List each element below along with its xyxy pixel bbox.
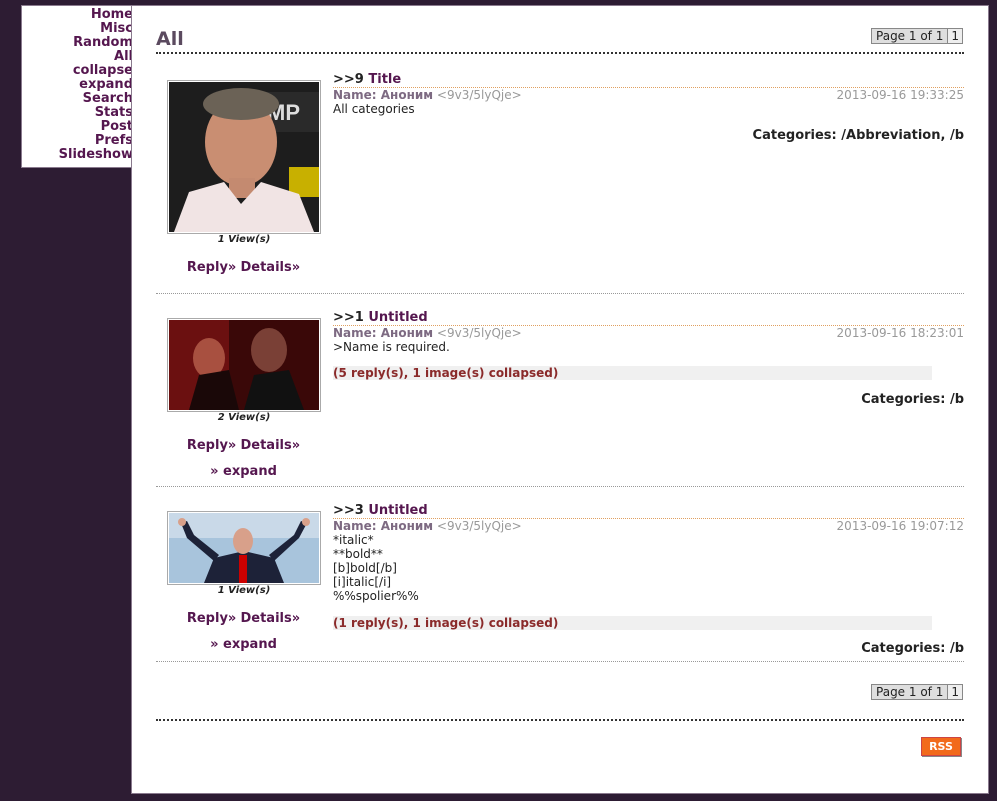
post-number[interactable]: >>1 <box>333 310 364 325</box>
poster-name: Name: Аноним <box>333 326 434 340</box>
post-subject: >>9 Title <box>333 73 964 88</box>
details-link[interactable]: Details» <box>240 260 300 275</box>
post: MP 1 View(s) Reply» Details» >>9 Title N… <box>156 68 964 293</box>
post-thumbnail[interactable]: MP 1 View(s) <box>167 80 321 245</box>
post-header: >>3 Untitled Name: Аноним <9v3/5lyQje> 2… <box>333 504 964 603</box>
subject-link[interactable]: Untitled <box>368 503 427 518</box>
nav-post[interactable]: Post <box>22 120 133 134</box>
pager-page-link[interactable]: 1 <box>947 685 962 699</box>
view-count: 1 View(s) <box>217 234 271 245</box>
post: 1 View(s) Reply» Details» » expand >>3 U… <box>156 501 964 661</box>
pager-label: Page 1 of 1 <box>876 685 944 699</box>
post-thumbnail[interactable]: 2 View(s) <box>167 318 321 423</box>
collapsed-summary: (1 reply(s), 1 image(s) collapsed) <box>333 616 932 630</box>
post-actions: Reply» Details» <box>167 260 320 275</box>
post-header: >>9 Title Name: Аноним <9v3/5lyQje> 2013… <box>333 73 964 116</box>
post-divider <box>156 661 964 662</box>
pager-label: Page 1 of 1 <box>876 29 944 43</box>
post-number[interactable]: >>9 <box>333 72 364 87</box>
post-thumbnail[interactable]: 1 View(s) <box>167 511 321 596</box>
reply-link[interactable]: Reply» <box>187 611 236 626</box>
divider <box>156 719 964 721</box>
post-body: *italic* **bold** [b]bold[/b] [i]italic[… <box>333 533 419 603</box>
post-header: >>1 Untitled Name: Аноним <9v3/5lyQje> 2… <box>333 311 964 354</box>
page-title: All <box>156 28 184 50</box>
details-link[interactable]: Details» <box>240 611 300 626</box>
tripcode: <9v3/5lyQje> <box>436 88 522 102</box>
post-meta: Name: Аноним <9v3/5lyQje> 2013-09-16 19:… <box>333 519 964 533</box>
expand-thread: » expand <box>167 637 320 652</box>
post-categories: Categories: /b <box>861 392 964 407</box>
nav-home[interactable]: Home <box>22 8 133 22</box>
post-date: 2013-09-16 19:33:25 <box>836 88 964 102</box>
post-body: All categories <box>333 102 415 116</box>
tripcode: <9v3/5lyQje> <box>436 326 522 340</box>
nav-expand[interactable]: expand <box>22 78 133 92</box>
expand-link[interactable]: » expand <box>210 464 277 479</box>
post-body: >Name is required. <box>333 340 450 354</box>
photo-image <box>169 513 319 583</box>
reply-link[interactable]: Reply» <box>187 260 236 275</box>
nav-search[interactable]: Search <box>22 92 133 106</box>
nav-all[interactable]: All <box>22 50 133 64</box>
post-divider <box>156 486 964 487</box>
nav-random[interactable]: Random <box>22 36 133 50</box>
thumbnail-image[interactable] <box>167 511 321 585</box>
post-meta: Name: Аноним <9v3/5lyQje> 2013-09-16 18:… <box>333 326 964 340</box>
post-number[interactable]: >>3 <box>333 503 364 518</box>
nav-misc[interactable]: Misc <box>22 22 133 36</box>
post-subject: >>3 Untitled <box>333 504 964 519</box>
post-categories: Categories: /Abbreviation, /b <box>752 128 964 143</box>
details-link[interactable]: Details» <box>240 438 300 453</box>
nav-collapse[interactable]: collapse <box>22 64 133 78</box>
main-content: All Page 1 of 11 MP 1 View(s) Reply» Det… <box>131 5 989 794</box>
photo-image <box>169 320 319 410</box>
pager-bottom: Page 1 of 11 <box>871 684 963 700</box>
post-divider <box>156 293 964 294</box>
subject-link[interactable]: Untitled <box>368 310 427 325</box>
pager-page-link[interactable]: 1 <box>947 29 962 43</box>
post-subject: >>1 Untitled <box>333 311 964 326</box>
collapsed-summary: (5 reply(s), 1 image(s) collapsed) <box>333 366 932 380</box>
nav-prefs[interactable]: Prefs <box>22 134 133 148</box>
expand-thread: » expand <box>167 464 320 479</box>
post-meta: Name: Аноним <9v3/5lyQje> 2013-09-16 19:… <box>333 88 964 102</box>
subject-link[interactable]: Title <box>368 72 401 87</box>
reply-link[interactable]: Reply» <box>187 438 236 453</box>
expand-link[interactable]: » expand <box>210 637 277 652</box>
nav-slideshow[interactable]: Slideshow <box>22 148 133 162</box>
post-categories: Categories: /b <box>861 641 964 656</box>
nav-stats[interactable]: Stats <box>22 106 133 120</box>
view-count: 1 View(s) <box>217 585 271 596</box>
thumbnail-image[interactable]: MP <box>167 80 321 234</box>
post: 2 View(s) Reply» Details» » expand >>1 U… <box>156 308 964 486</box>
post-actions: Reply» Details» <box>167 438 320 453</box>
tripcode: <9v3/5lyQje> <box>436 519 522 533</box>
post-date: 2013-09-16 19:07:12 <box>836 519 964 533</box>
divider <box>156 52 964 54</box>
post-date: 2013-09-16 18:23:01 <box>836 326 964 340</box>
sidebar-nav: Home Misc Random All collapse expand Sea… <box>21 5 133 168</box>
post-actions: Reply» Details» <box>167 611 320 626</box>
view-count: 2 View(s) <box>217 412 271 423</box>
thumbnail-image[interactable] <box>167 318 321 412</box>
poster-name: Name: Аноним <box>333 519 434 533</box>
portrait-image: MP <box>169 82 319 232</box>
poster-name: Name: Аноним <box>333 88 434 102</box>
rss-button[interactable]: RSS <box>921 737 961 756</box>
pager-top: Page 1 of 11 <box>871 28 963 44</box>
